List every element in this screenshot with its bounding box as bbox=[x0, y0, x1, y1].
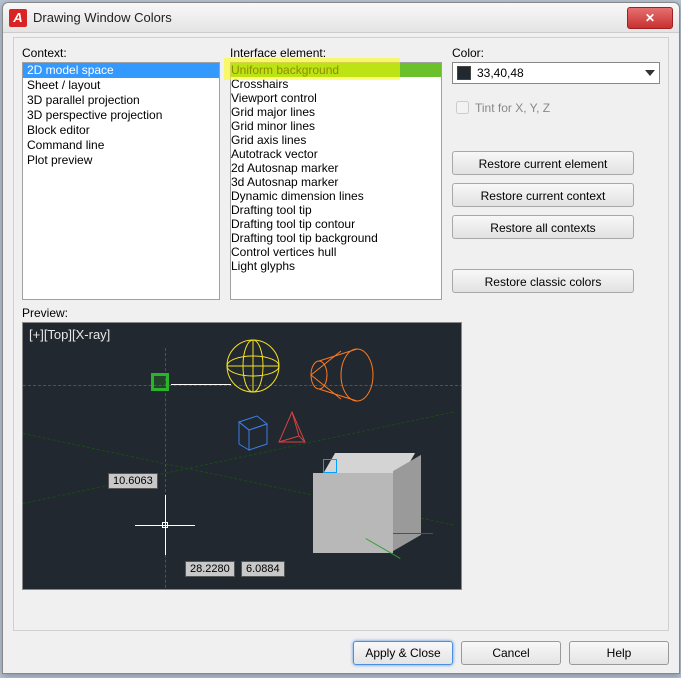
interface-element-label: Interface element: bbox=[230, 46, 442, 60]
tracking-line bbox=[171, 384, 231, 385]
close-icon: ✕ bbox=[645, 11, 655, 25]
viewport-control-label: [+][Top][X-ray] bbox=[29, 327, 110, 342]
wireframe-pyramid-icon bbox=[273, 408, 311, 451]
cancel-button[interactable]: Cancel bbox=[461, 641, 561, 665]
color-label: Color: bbox=[452, 46, 660, 60]
color-swatch bbox=[457, 66, 471, 80]
help-button[interactable]: Help bbox=[569, 641, 669, 665]
wireframe-cube-icon bbox=[233, 408, 273, 455]
interface-element-item[interactable]: Grid minor lines bbox=[231, 119, 441, 133]
context-item[interactable]: 2D model space bbox=[23, 63, 219, 78]
color-value: 33,40,48 bbox=[477, 66, 645, 80]
wireframe-cone-icon bbox=[293, 345, 377, 408]
titlebar: A Drawing Window Colors ✕ bbox=[3, 3, 679, 33]
tint-label: Tint for X, Y, Z bbox=[475, 101, 550, 115]
context-item[interactable]: 3D parallel projection bbox=[23, 93, 219, 108]
interface-element-item[interactable]: Grid axis lines bbox=[231, 133, 441, 147]
wireframe-sphere-icon bbox=[223, 338, 283, 397]
context-item[interactable]: Command line bbox=[23, 138, 219, 153]
grip-marker-icon bbox=[323, 459, 337, 473]
restore-all-contexts-button[interactable]: Restore all contexts bbox=[452, 215, 634, 239]
restore-classic-colors-button[interactable]: Restore classic colors bbox=[452, 269, 634, 293]
interface-element-item[interactable]: Uniform background bbox=[231, 63, 441, 77]
close-button[interactable]: ✕ bbox=[627, 7, 673, 29]
interface-element-item[interactable]: Dynamic dimension lines bbox=[231, 189, 441, 203]
interface-element-item[interactable]: Light glyphs bbox=[231, 259, 441, 273]
crosshair-box-icon bbox=[162, 522, 168, 528]
window-title: Drawing Window Colors bbox=[33, 10, 172, 25]
axis-x-icon bbox=[393, 533, 433, 534]
interface-element-item[interactable]: Viewport control bbox=[231, 91, 441, 105]
context-item[interactable]: Block editor bbox=[23, 123, 219, 138]
interface-element-item[interactable]: 2d Autosnap marker bbox=[231, 161, 441, 175]
apply-close-button[interactable]: Apply & Close bbox=[353, 641, 453, 665]
tint-checkbox-row[interactable]: Tint for X, Y, Z bbox=[452, 98, 660, 117]
context-item[interactable]: Sheet / layout bbox=[23, 78, 219, 93]
interface-element-item[interactable]: Drafting tool tip bbox=[231, 203, 441, 217]
context-item[interactable]: Plot preview bbox=[23, 153, 219, 168]
context-listbox[interactable]: 2D model spaceSheet / layout3D parallel … bbox=[22, 62, 220, 300]
chevron-down-icon bbox=[645, 70, 655, 76]
restore-current-element-button[interactable]: Restore current element bbox=[452, 151, 634, 175]
context-label: Context: bbox=[22, 46, 220, 60]
restore-current-context-button[interactable]: Restore current context bbox=[452, 183, 634, 207]
interface-element-item[interactable]: Control vertices hull bbox=[231, 245, 441, 259]
interface-element-listbox[interactable]: Uniform backgroundCrosshairsViewport con… bbox=[230, 62, 442, 300]
interface-element-item[interactable]: Crosshairs bbox=[231, 77, 441, 91]
measurement-3: 6.0884 bbox=[241, 561, 285, 577]
interface-element-item[interactable]: Autotrack vector bbox=[231, 147, 441, 161]
preview-label: Preview: bbox=[22, 306, 660, 320]
measurement-2: 28.2280 bbox=[185, 561, 235, 577]
interface-element-item[interactable]: Drafting tool tip background bbox=[231, 231, 441, 245]
interface-element-item[interactable]: 3d Autosnap marker bbox=[231, 175, 441, 189]
tint-checkbox[interactable] bbox=[456, 101, 469, 114]
interface-element-item[interactable]: Drafting tool tip contour bbox=[231, 217, 441, 231]
interface-element-item[interactable]: Grid major lines bbox=[231, 105, 441, 119]
measurement-1: 10.6063 bbox=[108, 473, 158, 489]
color-dropdown[interactable]: 33,40,48 bbox=[452, 62, 660, 84]
app-icon: A bbox=[9, 9, 27, 27]
context-item[interactable]: 3D perspective projection bbox=[23, 108, 219, 123]
autosnap-marker-icon bbox=[151, 373, 169, 391]
preview-viewport: [+][Top][X-ray] bbox=[22, 322, 462, 590]
dialog-drawing-window-colors: A Drawing Window Colors ✕ Context: 2D mo… bbox=[2, 2, 680, 674]
